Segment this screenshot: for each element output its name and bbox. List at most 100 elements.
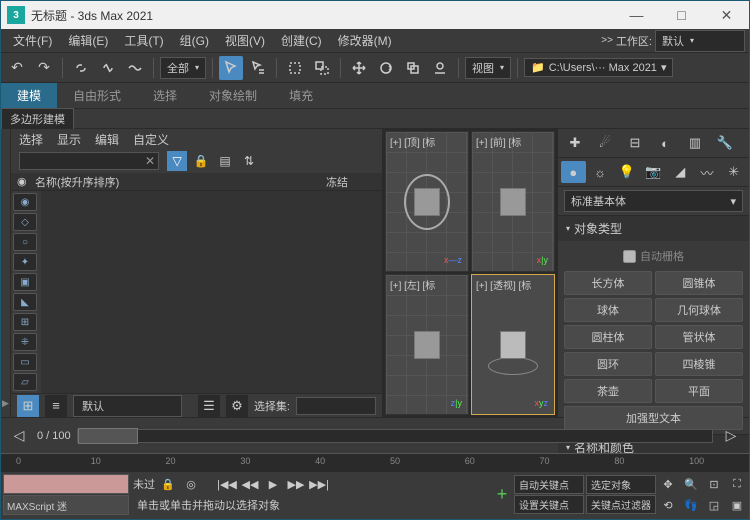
category-dropdown[interactable]: 标准基本体▾: [564, 190, 743, 212]
add-key-button[interactable]: +: [492, 486, 512, 504]
tube-button[interactable]: 管状体: [655, 325, 743, 349]
ribbon-objpaint[interactable]: 对象绘制: [193, 83, 273, 108]
zoom-extents-button[interactable]: ⛶: [727, 475, 747, 493]
layer-props-icon[interactable]: ⚙: [226, 395, 248, 417]
workspace-dropdown[interactable]: 默认: [655, 30, 745, 52]
scale-button[interactable]: [401, 56, 425, 80]
viewport-front[interactable]: [+] [前] [标 x|y: [471, 131, 555, 272]
filter-bone-icon[interactable]: ⁜: [13, 333, 37, 351]
object-type-rollout[interactable]: 对象类型: [558, 216, 749, 241]
goto-start-button[interactable]: |◀◀: [217, 475, 237, 493]
hierarchy-tab[interactable]: ⊟: [621, 132, 649, 154]
cylinder-button[interactable]: 圆柱体: [564, 325, 652, 349]
explorer-tab-edit[interactable]: 编辑: [95, 131, 119, 148]
create-tab[interactable]: ✚: [561, 132, 589, 154]
explorer-tab-display[interactable]: 显示: [57, 131, 81, 148]
ribbon-modeling[interactable]: 建模: [1, 83, 57, 108]
menu-create[interactable]: 创建(C): [273, 29, 330, 52]
menu-tools[interactable]: 工具(T): [116, 29, 171, 52]
utilities-tab[interactable]: 🔧: [711, 132, 739, 154]
select-button[interactable]: [219, 56, 243, 80]
frozen-column-header[interactable]: 冻结: [326, 174, 376, 190]
viewport-top[interactable]: [+] [顶] [标 x—z: [385, 131, 469, 272]
maximize-button[interactable]: □: [659, 1, 704, 29]
visibility-column-icon[interactable]: ◉: [17, 175, 35, 188]
rotate-button[interactable]: [374, 56, 398, 80]
clear-search-icon[interactable]: ✕: [145, 154, 155, 168]
view-grid-button[interactable]: ⊞: [17, 395, 39, 417]
time-range-display[interactable]: 0 / 100: [37, 430, 71, 442]
setkey-button[interactable]: 设置关键点: [514, 495, 584, 514]
sort-button[interactable]: ⇅: [239, 151, 259, 171]
menu-file[interactable]: 文件(F): [5, 29, 60, 52]
bind-button[interactable]: [123, 56, 147, 80]
place-button[interactable]: [428, 56, 452, 80]
systems-subtab[interactable]: ✳: [721, 161, 746, 183]
time-prev-button[interactable]: ◁: [7, 424, 31, 448]
explorer-tab-customize[interactable]: 自定义: [133, 131, 169, 148]
ribbon-polymodeling[interactable]: 多边形建模: [1, 108, 74, 130]
filter-all-icon[interactable]: ◉: [13, 193, 37, 211]
close-button[interactable]: ✕: [704, 1, 749, 29]
filter-space-icon[interactable]: ⊞: [13, 313, 37, 331]
play-button[interactable]: ▶: [263, 475, 283, 493]
menu-modifiers[interactable]: 修改器(M): [330, 29, 400, 52]
isolate-icon[interactable]: ◎: [181, 475, 201, 493]
sphere-button[interactable]: 球体: [564, 298, 652, 322]
cone-button[interactable]: 圆锥体: [655, 271, 743, 295]
filter-shapes-icon[interactable]: ○: [13, 233, 37, 251]
layer-dropdown[interactable]: 默认: [73, 395, 182, 417]
redo-button[interactable]: ↷: [32, 56, 56, 80]
teapot-button[interactable]: 茶壶: [564, 379, 652, 403]
walk-button[interactable]: 👣: [681, 496, 701, 514]
geometry-subtab[interactable]: ●: [561, 161, 586, 183]
filter-lights-icon[interactable]: ✦: [13, 253, 37, 271]
display-tab[interactable]: ▥: [681, 132, 709, 154]
cameras-subtab[interactable]: 📷: [641, 161, 666, 183]
filter-group-icon[interactable]: ▭: [13, 353, 37, 371]
viewport-left[interactable]: [+] [左] [标 z|y: [385, 274, 469, 415]
refcoord-dropdown[interactable]: 视图: [465, 57, 511, 79]
ribbon-freeform[interactable]: 自由形式: [57, 83, 137, 108]
filter-helpers-icon[interactable]: ◣: [13, 293, 37, 311]
goto-end-button[interactable]: ▶▶|: [309, 475, 329, 493]
view-list-button[interactable]: ≡: [45, 395, 67, 417]
textplus-button[interactable]: 加强型文本: [564, 406, 743, 430]
min-max-button[interactable]: ▣: [727, 496, 747, 514]
time-next-button[interactable]: ▷: [719, 424, 743, 448]
unlink-button[interactable]: [96, 56, 120, 80]
viewport-persp-label[interactable]: [+] [透视] [标: [476, 277, 531, 292]
selection-filter-dropdown[interactable]: 全部: [160, 57, 206, 79]
menu-views[interactable]: 视图(V): [217, 29, 273, 52]
orbit-button[interactable]: ⟲: [658, 496, 678, 514]
maximize-vp-button[interactable]: ◲: [704, 496, 724, 514]
torus-button[interactable]: 圆环: [564, 352, 652, 376]
maxscript-listener[interactable]: [3, 474, 129, 494]
filter-button[interactable]: ▽: [167, 151, 187, 171]
viewport-left-label[interactable]: [+] [左] [标: [390, 277, 435, 292]
move-button[interactable]: [347, 56, 371, 80]
minimize-button[interactable]: —: [614, 1, 659, 29]
filter-cameras-icon[interactable]: ▣: [13, 273, 37, 291]
time-slider[interactable]: [77, 429, 713, 443]
selection-set-dropdown[interactable]: [296, 397, 376, 415]
ribbon-populate[interactable]: 填充: [273, 83, 329, 108]
time-ruler[interactable]: 0 10 20 30 40 50 60 70 80 100: [1, 453, 749, 471]
rect-region-button[interactable]: [283, 56, 307, 80]
explorer-search-input[interactable]: [19, 152, 159, 170]
zoom-view-button[interactable]: 🔍: [681, 475, 701, 493]
lock-button[interactable]: 🔒: [191, 151, 211, 171]
viewport-top-label[interactable]: [+] [顶] [标: [390, 134, 435, 149]
layers-icon[interactable]: ☰: [198, 395, 220, 417]
helpers-subtab[interactable]: ◢: [668, 161, 693, 183]
shapes-subtab[interactable]: ☼: [588, 161, 613, 183]
link-button[interactable]: [69, 56, 93, 80]
menu-edit[interactable]: 编辑(E): [60, 29, 116, 52]
filter-xref-icon[interactable]: ▱: [13, 373, 37, 391]
ribbon-selection[interactable]: 选择: [137, 83, 193, 108]
geosphere-button[interactable]: 几何球体: [655, 298, 743, 322]
autokey-button[interactable]: 自动关键点: [514, 475, 584, 494]
plane-button[interactable]: 平面: [655, 379, 743, 403]
chevron-right-icon[interactable]: >>: [601, 35, 613, 46]
window-crossing-button[interactable]: [310, 56, 334, 80]
